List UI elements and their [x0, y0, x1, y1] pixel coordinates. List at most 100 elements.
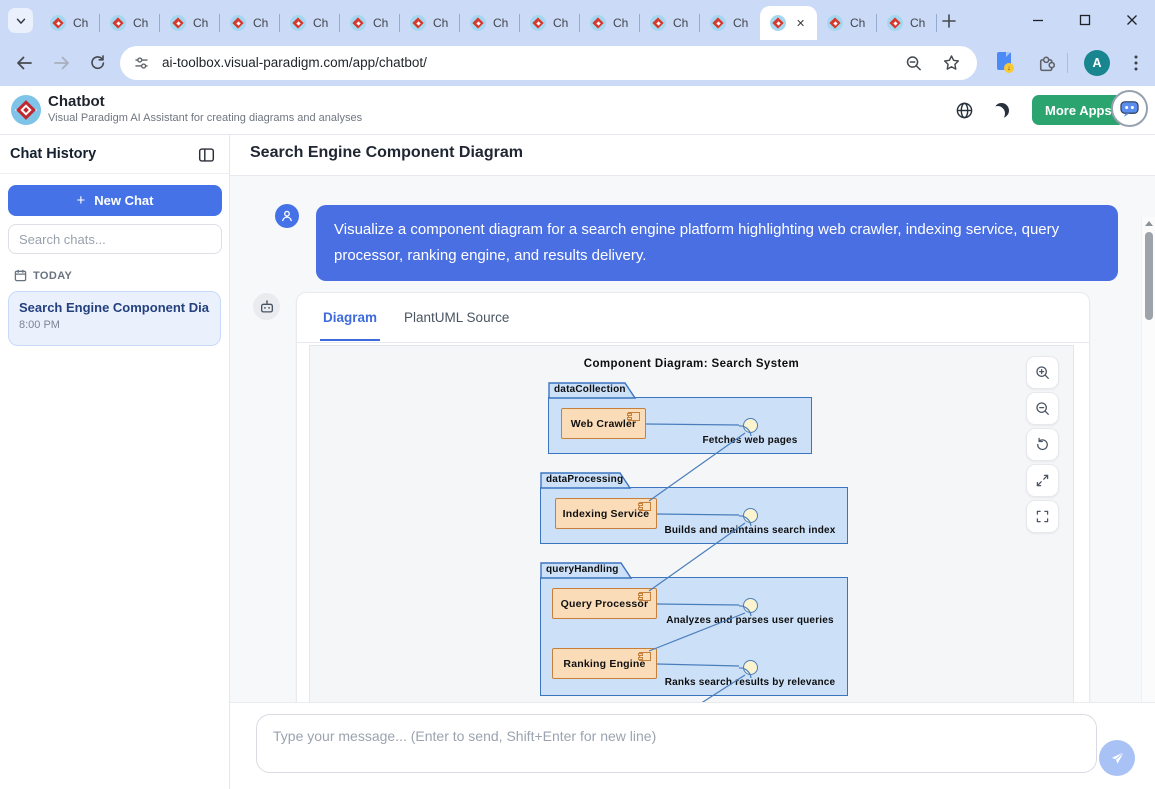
chat-item-time: 8:00 PM: [19, 319, 210, 331]
profile-avatar[interactable]: A: [1084, 50, 1110, 76]
diagram-title: Component Diagram: Search System: [310, 358, 1073, 370]
window-minimize-button[interactable]: [1014, 0, 1061, 40]
main-panel: Search Engine Component Diagram Visualiz…: [230, 135, 1155, 789]
scrollbar-thumb[interactable]: [1145, 232, 1153, 320]
bookmark-star-icon[interactable]: [942, 54, 961, 73]
panel-icon: [198, 147, 215, 163]
window-close-button[interactable]: [1108, 0, 1155, 40]
tab-title: Ch: [493, 16, 508, 30]
forward-button[interactable]: [52, 53, 72, 73]
search-chats-input[interactable]: [8, 224, 222, 254]
tab-title: Ch: [673, 16, 688, 30]
tab-title: Ch: [433, 16, 448, 30]
chat-history-item[interactable]: Search Engine Component Dia... 8:00 PM: [8, 291, 221, 346]
visual-paradigm-favicon: [530, 15, 546, 31]
chat-scrollbar[interactable]: [1141, 217, 1155, 702]
browser-tab[interactable]: Ch: [160, 6, 220, 40]
chat-scroll-area[interactable]: Visualize a component diagram for a sear…: [230, 176, 1155, 702]
back-button[interactable]: [14, 53, 34, 73]
site-settings-icon[interactable]: [133, 55, 150, 72]
visual-paradigm-favicon: [650, 15, 666, 31]
browser-tab[interactable]: Ch: [340, 6, 400, 40]
back-arrow-icon: [14, 53, 34, 73]
visual-paradigm-favicon: [350, 15, 366, 31]
tab-title: Ch: [253, 16, 268, 30]
visual-paradigm-favicon: [770, 15, 786, 31]
browser-menu-button[interactable]: [1128, 54, 1144, 72]
browser-tab[interactable]: Ch: [640, 6, 700, 40]
reload-button[interactable]: [88, 54, 107, 73]
browser-tab[interactable]: Ch: [280, 6, 340, 40]
composer-bar: [230, 702, 1155, 789]
tab-close-icon[interactable]: ✕: [796, 17, 805, 30]
uml-package-name: dataProcessing: [546, 474, 623, 485]
docs-extension-icon[interactable]: ↓: [997, 52, 1014, 73]
browser-tab[interactable]: Ch: [40, 6, 100, 40]
browser-tab[interactable]: Ch: [220, 6, 280, 40]
uml-component: Query Processor: [552, 588, 657, 619]
zoom-page-icon[interactable]: [904, 54, 923, 73]
new-chat-button[interactable]: + New Chat: [8, 185, 222, 216]
app-header: Chatbot Visual Paradigm AI Assistant for…: [0, 86, 1155, 135]
browser-tab[interactable]: Ch: [817, 6, 877, 40]
url-text[interactable]: ai-toolbox.visual-paradigm.com/app/chatb…: [162, 55, 427, 70]
collapse-sidebar-button[interactable]: [198, 147, 215, 163]
diagram-canvas[interactable]: dataCollectionWeb CrawlerFetches web pag…: [309, 345, 1074, 702]
tab-title: Ch: [850, 16, 865, 30]
plus-icon: +: [77, 192, 86, 209]
browser-tab[interactable]: Ch: [100, 6, 160, 40]
browser-tab[interactable]: Ch: [460, 6, 520, 40]
fit-expand-button[interactable]: [1026, 464, 1059, 497]
uml-component: Web Crawler: [561, 408, 646, 439]
browser-tab[interactable]: Ch: [700, 6, 760, 40]
browser-tab[interactable]: Ch: [400, 6, 460, 40]
dark-mode-moon-icon[interactable]: [994, 103, 1009, 118]
message-input[interactable]: [256, 714, 1097, 773]
scroll-up-arrow[interactable]: [1145, 221, 1153, 226]
tab-title: Ch: [613, 16, 628, 30]
address-bar[interactable]: ai-toolbox.visual-paradigm.com/app/chatb…: [120, 46, 977, 80]
visual-paradigm-favicon: [290, 15, 306, 31]
robot-icon: [259, 299, 275, 315]
new-chat-label: New Chat: [94, 193, 153, 208]
zoom-in-button[interactable]: [1026, 356, 1059, 389]
visual-paradigm-logo: [11, 95, 41, 125]
tab-title: Ch: [133, 16, 148, 30]
language-globe-icon[interactable]: [955, 101, 974, 120]
browser-tab[interactable]: Ch: [877, 6, 937, 40]
browser-tab-active[interactable]: ✕: [760, 6, 817, 40]
uml-interface-circle: [743, 418, 758, 433]
window-maximize-button[interactable]: [1061, 0, 1108, 40]
close-icon: [1126, 14, 1138, 26]
send-plane-icon: [1109, 750, 1126, 767]
browser-tab[interactable]: Ch: [580, 6, 640, 40]
tab-title: Ch: [733, 16, 748, 30]
uml-interface-circle: [743, 598, 758, 613]
window-controls: [1014, 0, 1155, 40]
fullscreen-button[interactable]: [1026, 500, 1059, 533]
visual-paradigm-favicon: [590, 15, 606, 31]
zoom-out-button[interactable]: [1026, 392, 1059, 425]
doc-fold: [1006, 52, 1011, 57]
app-subtitle: Visual Paradigm AI Assistant for creatin…: [48, 112, 362, 124]
reset-icon: [1034, 436, 1051, 453]
tab-diagram[interactable]: Diagram: [323, 310, 377, 325]
plus-icon: [941, 13, 957, 29]
browser-tab[interactable]: Ch: [520, 6, 580, 40]
forward-arrow-icon: [52, 53, 72, 73]
tab-plantuml-source[interactable]: PlantUML Source: [404, 310, 509, 325]
new-tab-button[interactable]: [936, 8, 961, 33]
reload-icon: [88, 54, 107, 73]
uml-component-icon: [638, 652, 651, 661]
uml-component-icon: [638, 592, 651, 601]
extensions-puzzle-icon[interactable]: [1036, 53, 1057, 74]
tab-search-chevron-button[interactable]: [8, 8, 33, 33]
browser-toolbar: ai-toolbox.visual-paradigm.com/app/chatb…: [0, 40, 1155, 86]
send-button[interactable]: [1099, 740, 1135, 776]
chatbot-widget-icon[interactable]: [1111, 90, 1148, 127]
uml-component: Ranking Engine: [552, 648, 657, 679]
reset-view-button[interactable]: [1026, 428, 1059, 461]
uml-interface-label: Fetches web pages: [702, 435, 797, 446]
browser-window: ChChChChChChChChChChChCh✕ChCh ai-toolbox…: [0, 0, 1155, 789]
sidebar-title: Chat History: [10, 146, 96, 162]
